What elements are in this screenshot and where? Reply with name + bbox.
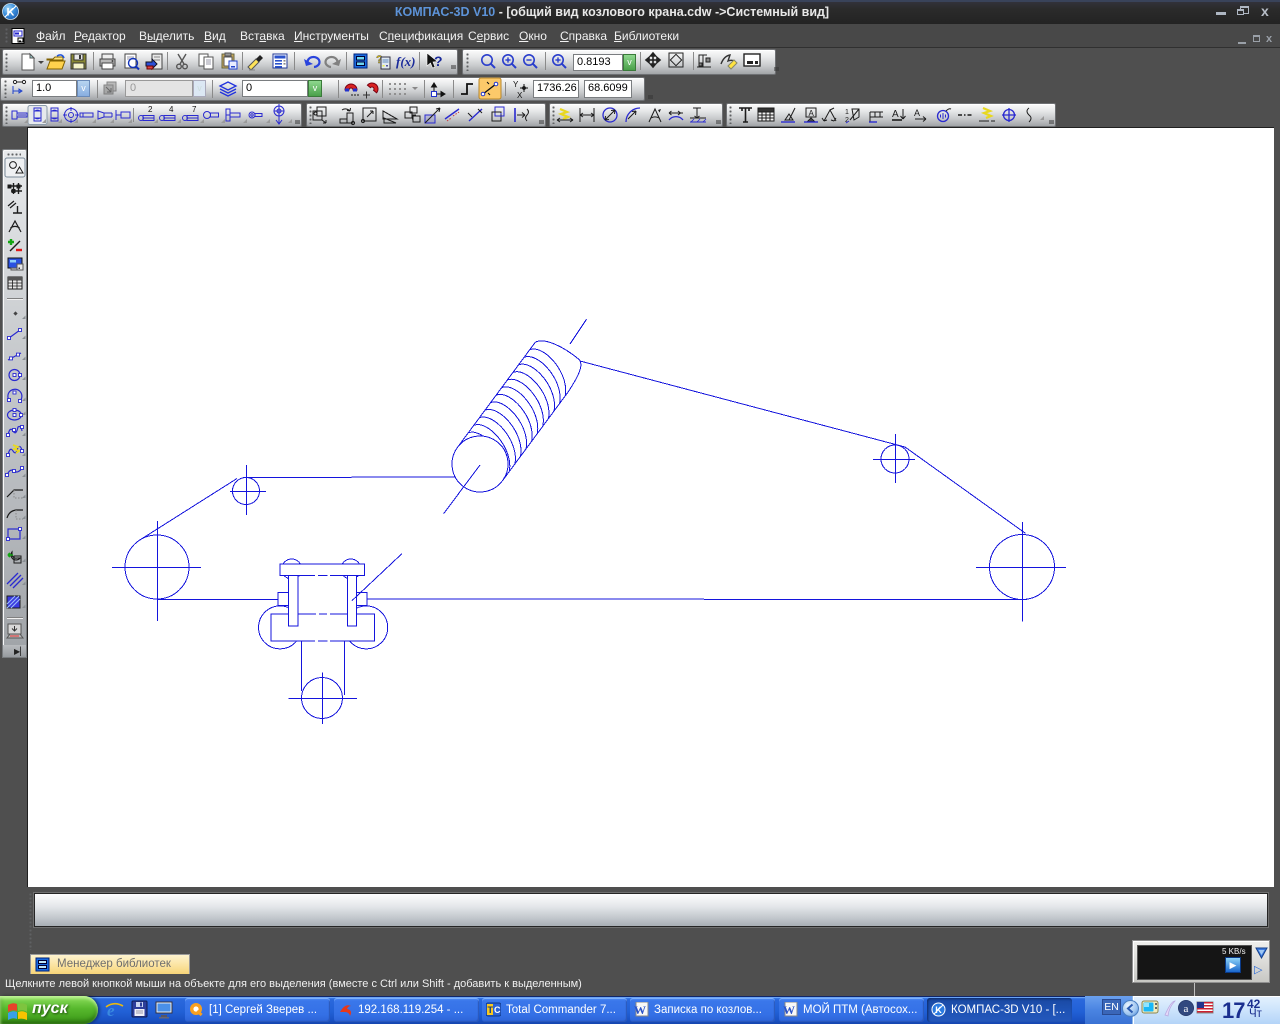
svg-text:A: A [914,108,920,118]
svg-text:A: A [892,109,899,120]
svg-text:C: C [494,1005,501,1015]
svg-text:7: 7 [192,105,197,114]
svg-text:W: W [783,1003,795,1017]
svg-text:a: a [1184,1003,1189,1015]
svg-text:Y: Y [513,80,519,89]
svg-text:A: A [809,109,815,118]
svg-text:W: W [634,1003,646,1017]
svg-text:f(x): f(x) [396,54,416,69]
svg-text:X: X [517,91,523,100]
svg-text:1: 1 [845,109,849,116]
svg-text:2: 2 [845,117,849,124]
svg-text:4: 4 [169,105,174,114]
svg-text:?: ? [434,53,443,69]
svg-text:2: 2 [148,105,153,114]
svg-text:T: T [488,1005,494,1015]
